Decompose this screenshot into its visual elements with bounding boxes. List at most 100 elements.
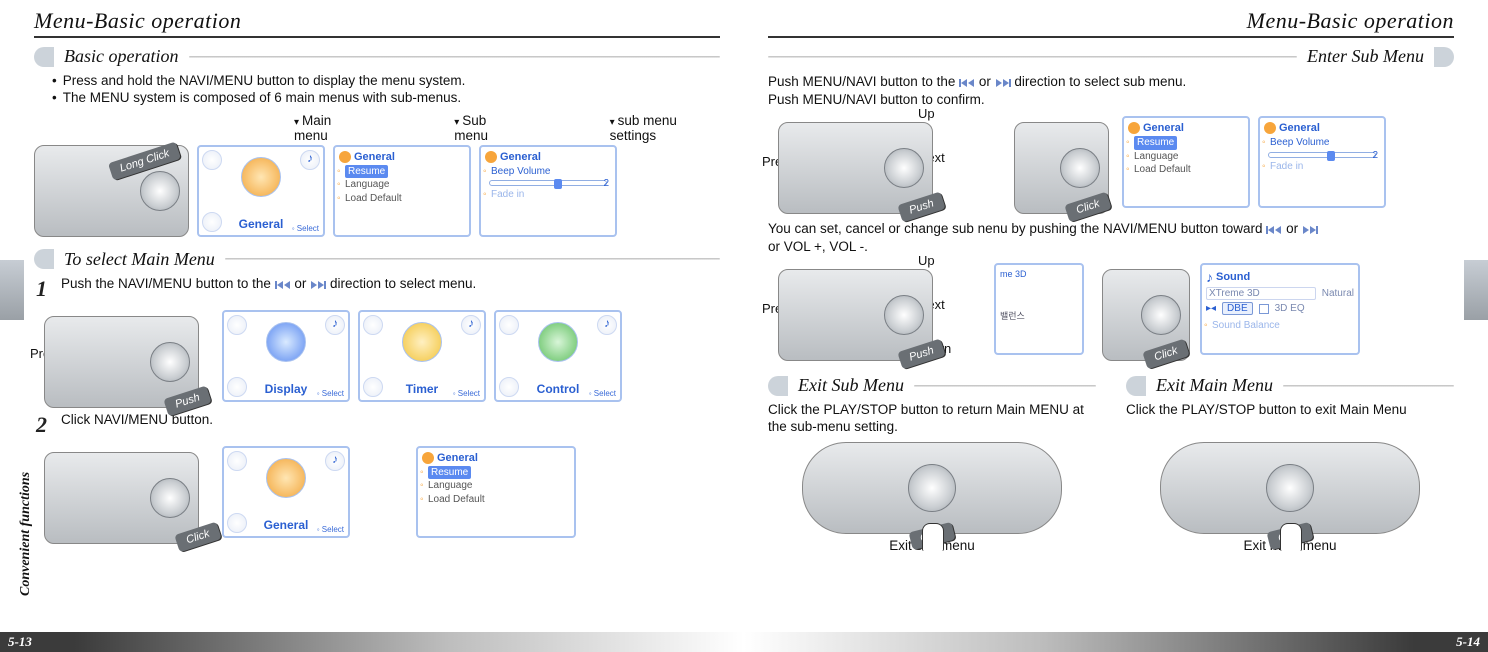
setting-name: Beep Volume (485, 165, 611, 179)
screen-header: General (339, 151, 465, 163)
header-text: General (1143, 122, 1184, 134)
menu-item: Language (339, 178, 465, 192)
select-row-2: Click General ◦ Select General Resume La… (34, 442, 720, 542)
card-label: General (239, 217, 284, 231)
sound-row: ▸◂ DBE 3D EQ (1206, 302, 1354, 315)
menu-card: Display ◦ Select (222, 310, 350, 402)
slider (489, 180, 607, 186)
menu-item: Load Default (422, 493, 570, 507)
note-icon (300, 150, 320, 170)
checkbox-icon (1259, 304, 1269, 314)
note-icon: ♪ (1206, 269, 1213, 285)
enter-text-2: You can set, cancel or change sub nenu b… (768, 220, 1454, 255)
text: Push the NAVI/MENU button to the (61, 276, 271, 291)
menu-item: Fade in (485, 188, 611, 202)
section-cap-icon (768, 376, 788, 396)
device-wrap: Click (34, 442, 214, 542)
select-label: ◦ Select (317, 389, 344, 398)
header-text: General (500, 151, 541, 163)
menu-item: Resume (339, 165, 465, 179)
note-icon (325, 315, 345, 335)
text: You can set, cancel or change sub nenu b… (768, 221, 1263, 236)
page-title: Menu-Basic operation (768, 8, 1454, 38)
eq-line: me 3D (1000, 269, 1078, 279)
text: or (294, 276, 306, 291)
dot-icon (499, 377, 519, 397)
select-label: ◦ Select (453, 389, 480, 398)
arrow (358, 491, 408, 493)
dot-icon (227, 513, 247, 533)
gear-icon (485, 151, 497, 163)
section-heading: Exit Sub Menu (788, 375, 914, 396)
note-icon (461, 315, 481, 335)
footer-gradient (744, 632, 1488, 652)
screen-header: General (1128, 122, 1244, 134)
select-row-1: Previous Next Push Display ◦ Select Time… (34, 306, 720, 406)
header-text: Sound (1216, 271, 1250, 283)
step-number: 1 (36, 276, 47, 302)
step-1: 1 Push the NAVI/MENU button to the or di… (36, 276, 720, 302)
next-track-icon (310, 281, 326, 289)
exit-main-column: Exit Main Menu Click the PLAY/STOP butto… (1126, 367, 1454, 553)
next-track-icon (995, 79, 1011, 87)
section-enter-sub-menu: Enter Sub Menu (768, 46, 1454, 67)
prev-track-icon (959, 79, 975, 87)
label-sub-menu: Sub menu (454, 113, 519, 143)
select-label: ◦ Select (589, 389, 616, 398)
label-sub-menu-settings: sub menu settings (610, 113, 720, 143)
edge-tab (1464, 260, 1488, 320)
exit-text: Click the PLAY/STOP button to exit Main … (1126, 402, 1454, 436)
enter-row-1: Up Previouse Next Push Click General Res… (768, 112, 1454, 212)
section-rule (768, 56, 1297, 58)
device-front-illustration: Click (802, 442, 1062, 534)
highlighted-item: Resume (1134, 136, 1177, 150)
dot-icon (227, 377, 247, 397)
section-heading: Enter Sub Menu (1297, 46, 1434, 67)
hand-icon (922, 523, 944, 551)
exit-sub-column: Exit Sub Menu Click the PLAY/STOP button… (768, 367, 1096, 553)
sound-row: XTreme 3D Natural (1206, 287, 1354, 300)
menu-item: Resume (422, 466, 570, 480)
bullet-item: The MENU system is composed of 6 main me… (52, 90, 720, 107)
sound-screen: ♪Sound XTreme 3D Natural ▸◂ DBE 3D EQ So… (1200, 263, 1360, 355)
dot-icon (227, 451, 247, 471)
text: direction to select menu. (330, 276, 476, 291)
dot-icon (363, 377, 383, 397)
section-exit-main: Exit Main Menu (1126, 375, 1454, 396)
device-wrap: Previous Next Push (34, 306, 214, 406)
menu-type-labels: Main menu Sub menu sub menu settings (294, 113, 720, 143)
label-main-menu: Main menu (294, 113, 364, 143)
timer-icon (402, 322, 442, 362)
menu-card: Control ◦ Select (494, 310, 622, 402)
dot-icon (363, 315, 383, 335)
section-rule (225, 258, 720, 260)
device-wrap: Click (1092, 259, 1192, 359)
device-illustration: Long Click (34, 145, 189, 237)
basic-bullets: Press and hold the NAVI/MENU button to d… (52, 73, 720, 107)
screen-header: General (1264, 122, 1380, 134)
option: Natural (1322, 288, 1354, 299)
prev-track-icon (275, 281, 291, 289)
section-cap-icon (34, 47, 54, 67)
display-icon (266, 322, 306, 362)
text: or VOL +, VOL -. (768, 239, 868, 254)
screen-header: General (485, 151, 611, 163)
dot-icon (499, 315, 519, 335)
text: or (979, 74, 991, 89)
section-rule (1283, 385, 1454, 387)
select-label: ◦ Select (292, 224, 319, 233)
text: Push MENU/NAVI button to the (768, 74, 955, 89)
up-label: Up (918, 253, 935, 268)
card-label: Control (537, 382, 580, 396)
enter-row-2: Up Previouse Next Down Push me 3D 밸런스 Cl… (768, 259, 1454, 359)
menu-item: Language (1128, 150, 1244, 164)
settings-screen: General Beep Volume 2 Fade in (479, 145, 617, 237)
device-wrap: Up Previouse Next Push (768, 112, 948, 212)
header-text: General (1279, 122, 1320, 134)
section-cap-icon (1434, 47, 1454, 67)
dot-icon (202, 150, 222, 170)
section-heading: Basic operation (54, 46, 189, 67)
hand-icon (1280, 523, 1302, 551)
device-wrap: Up Previouse Next Down Push (768, 259, 948, 359)
dot-icon (227, 315, 247, 335)
